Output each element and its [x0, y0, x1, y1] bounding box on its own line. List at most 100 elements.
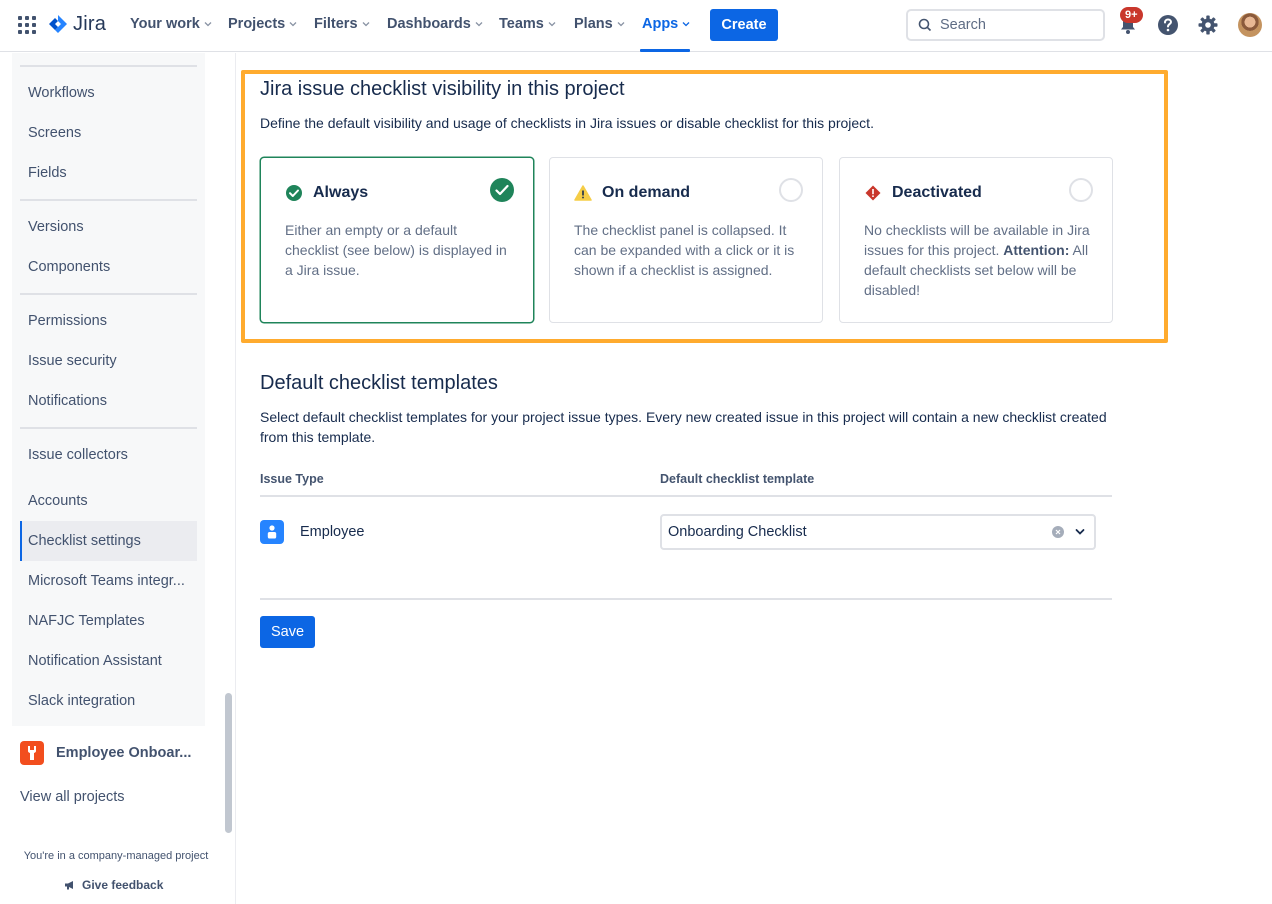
nav-filters[interactable]: Filters — [314, 16, 370, 32]
option-title: Deactivated — [892, 184, 982, 201]
project-name: Employee Onboar... — [56, 745, 192, 761]
column-header-template: Default checklist template — [660, 472, 815, 486]
divider — [20, 65, 197, 67]
wrench-icon — [28, 746, 36, 760]
chevron-down-icon[interactable] — [1072, 524, 1088, 540]
project-switcher[interactable]: Employee Onboar... — [20, 741, 191, 765]
close-icon — [1055, 529, 1061, 535]
give-feedback-link[interactable]: Give feedback — [64, 878, 163, 892]
check-circle-icon — [286, 185, 302, 201]
sidebar-item-versions[interactable]: Versions — [28, 219, 84, 235]
option-description: The checklist panel is collapsed. It can… — [574, 222, 795, 278]
sidebar-item-slack-integration[interactable]: Slack integration — [28, 693, 135, 709]
error-diamond-icon — [865, 185, 881, 201]
chevron-down-icon — [682, 22, 690, 27]
nav-your-work[interactable]: Your work — [130, 16, 212, 32]
active-nav-indicator — [640, 49, 690, 52]
nav-dashboards[interactable]: Dashboards — [387, 16, 483, 32]
nav-label: Apps — [642, 16, 679, 32]
user-avatar[interactable] — [1238, 13, 1262, 37]
option-radio-checked[interactable] — [490, 178, 514, 202]
jira-logo[interactable]: Jira — [48, 13, 106, 36]
sidebar-item-workflows[interactable]: Workflows — [28, 85, 95, 101]
chevron-down-icon — [475, 22, 483, 27]
nav-teams[interactable]: Teams — [499, 16, 556, 32]
save-button[interactable]: Save — [260, 616, 315, 648]
create-button[interactable]: Create — [710, 9, 778, 41]
sidebar-item-permissions[interactable]: Permissions — [28, 313, 107, 329]
chevron-glyph — [1075, 529, 1085, 535]
view-all-projects-link[interactable]: View all projects — [20, 789, 125, 805]
help-icon — [1158, 15, 1178, 35]
sidebar-item-accounts[interactable]: Accounts — [28, 493, 88, 509]
jira-logo-icon — [49, 14, 67, 33]
option-radio[interactable] — [779, 178, 803, 202]
sidebar-item-issue-security[interactable]: Issue security — [28, 353, 117, 369]
sidebar-item-issue-collectors[interactable]: Issue collectors — [28, 447, 128, 463]
visibility-option-always[interactable]: Always Either an empty or a default chec… — [260, 157, 534, 323]
megaphone-icon — [65, 881, 73, 890]
visibility-option-on-demand[interactable]: On demand The checklist panel is collaps… — [549, 157, 823, 323]
help-button[interactable] — [1156, 13, 1180, 37]
option-title: Always — [313, 184, 369, 201]
chevron-down-icon — [548, 22, 556, 27]
project-sidebar: Workflows Screens Fields Versions Compon… — [0, 53, 236, 904]
divider — [20, 199, 197, 201]
chevron-down-icon — [617, 22, 625, 27]
project-avatar — [20, 741, 44, 765]
divider — [20, 293, 197, 295]
nav-label: Teams — [499, 16, 544, 32]
option-title: On demand — [602, 184, 691, 201]
sidebar-item-fields[interactable]: Fields — [28, 165, 67, 181]
visibility-description: Define the default visibility and usage … — [260, 115, 874, 131]
nav-projects[interactable]: Projects — [228, 16, 297, 32]
settings-button[interactable] — [1196, 13, 1220, 37]
clear-icon[interactable] — [1052, 526, 1064, 538]
checkmark-icon — [495, 184, 509, 196]
warning-icon — [574, 185, 592, 201]
templates-description: Select default checklist templates for y… — [260, 409, 1107, 445]
table-bottom-divider — [260, 598, 1112, 600]
template-select[interactable]: Onboarding Checklist — [660, 514, 1096, 550]
app-switcher-icon[interactable] — [18, 16, 36, 34]
person-icon — [267, 525, 277, 539]
sidebar-item-microsoft-teams[interactable]: Microsoft Teams integr... — [28, 573, 185, 589]
nav-plans[interactable]: Plans — [574, 16, 625, 32]
sidebar-item-nafjc-templates[interactable]: NAFJC Templates — [28, 613, 145, 629]
attention-label: Attention: — [1003, 242, 1070, 258]
templates-title: Default checklist templates — [260, 372, 498, 394]
notification-badge: 9+ — [1120, 7, 1143, 23]
table-header-divider — [260, 495, 1112, 497]
sidebar-item-notifications[interactable]: Notifications — [28, 393, 107, 409]
sidebar-item-components[interactable]: Components — [28, 259, 110, 275]
gear-icon — [1198, 15, 1218, 35]
sidebar-scrollbar[interactable] — [225, 693, 232, 833]
option-radio[interactable] — [1069, 178, 1093, 202]
company-managed-note: You're in a company-managed project — [23, 850, 209, 862]
search-icon — [918, 18, 932, 32]
template-select-value: Onboarding Checklist — [668, 524, 807, 540]
visibility-option-deactivated[interactable]: Deactivated No checklists will be availa… — [839, 157, 1113, 323]
option-description: No checklists will be available in Jira … — [864, 220, 1090, 300]
divider — [20, 427, 197, 429]
nav-label: Plans — [574, 16, 613, 32]
nav-label: Filters — [314, 16, 358, 32]
search-input[interactable] — [940, 17, 1090, 33]
nav-label: Dashboards — [387, 16, 471, 32]
chevron-down-icon — [289, 22, 297, 27]
issue-type-name: Employee — [300, 524, 365, 540]
chevron-down-icon — [204, 22, 212, 27]
logo-text: Jira — [73, 13, 107, 35]
nav-apps[interactable]: Apps — [642, 16, 690, 32]
sidebar-item-notification-assistant[interactable]: Notification Assistant — [28, 653, 162, 669]
sidebar-item-checklist-settings[interactable]: Checklist settings — [28, 533, 141, 549]
chevron-down-icon — [362, 22, 369, 27]
column-header-issue-type: Issue Type — [260, 472, 324, 486]
nav-label: Projects — [228, 16, 286, 32]
feedback-label: Give feedback — [82, 878, 164, 892]
nav-label: Your work — [130, 16, 200, 32]
visibility-title: Jira issue checklist visibility in this … — [260, 78, 625, 100]
issue-type-icon — [260, 520, 284, 544]
search-box[interactable] — [906, 9, 1105, 41]
sidebar-item-screens[interactable]: Screens — [28, 125, 81, 141]
